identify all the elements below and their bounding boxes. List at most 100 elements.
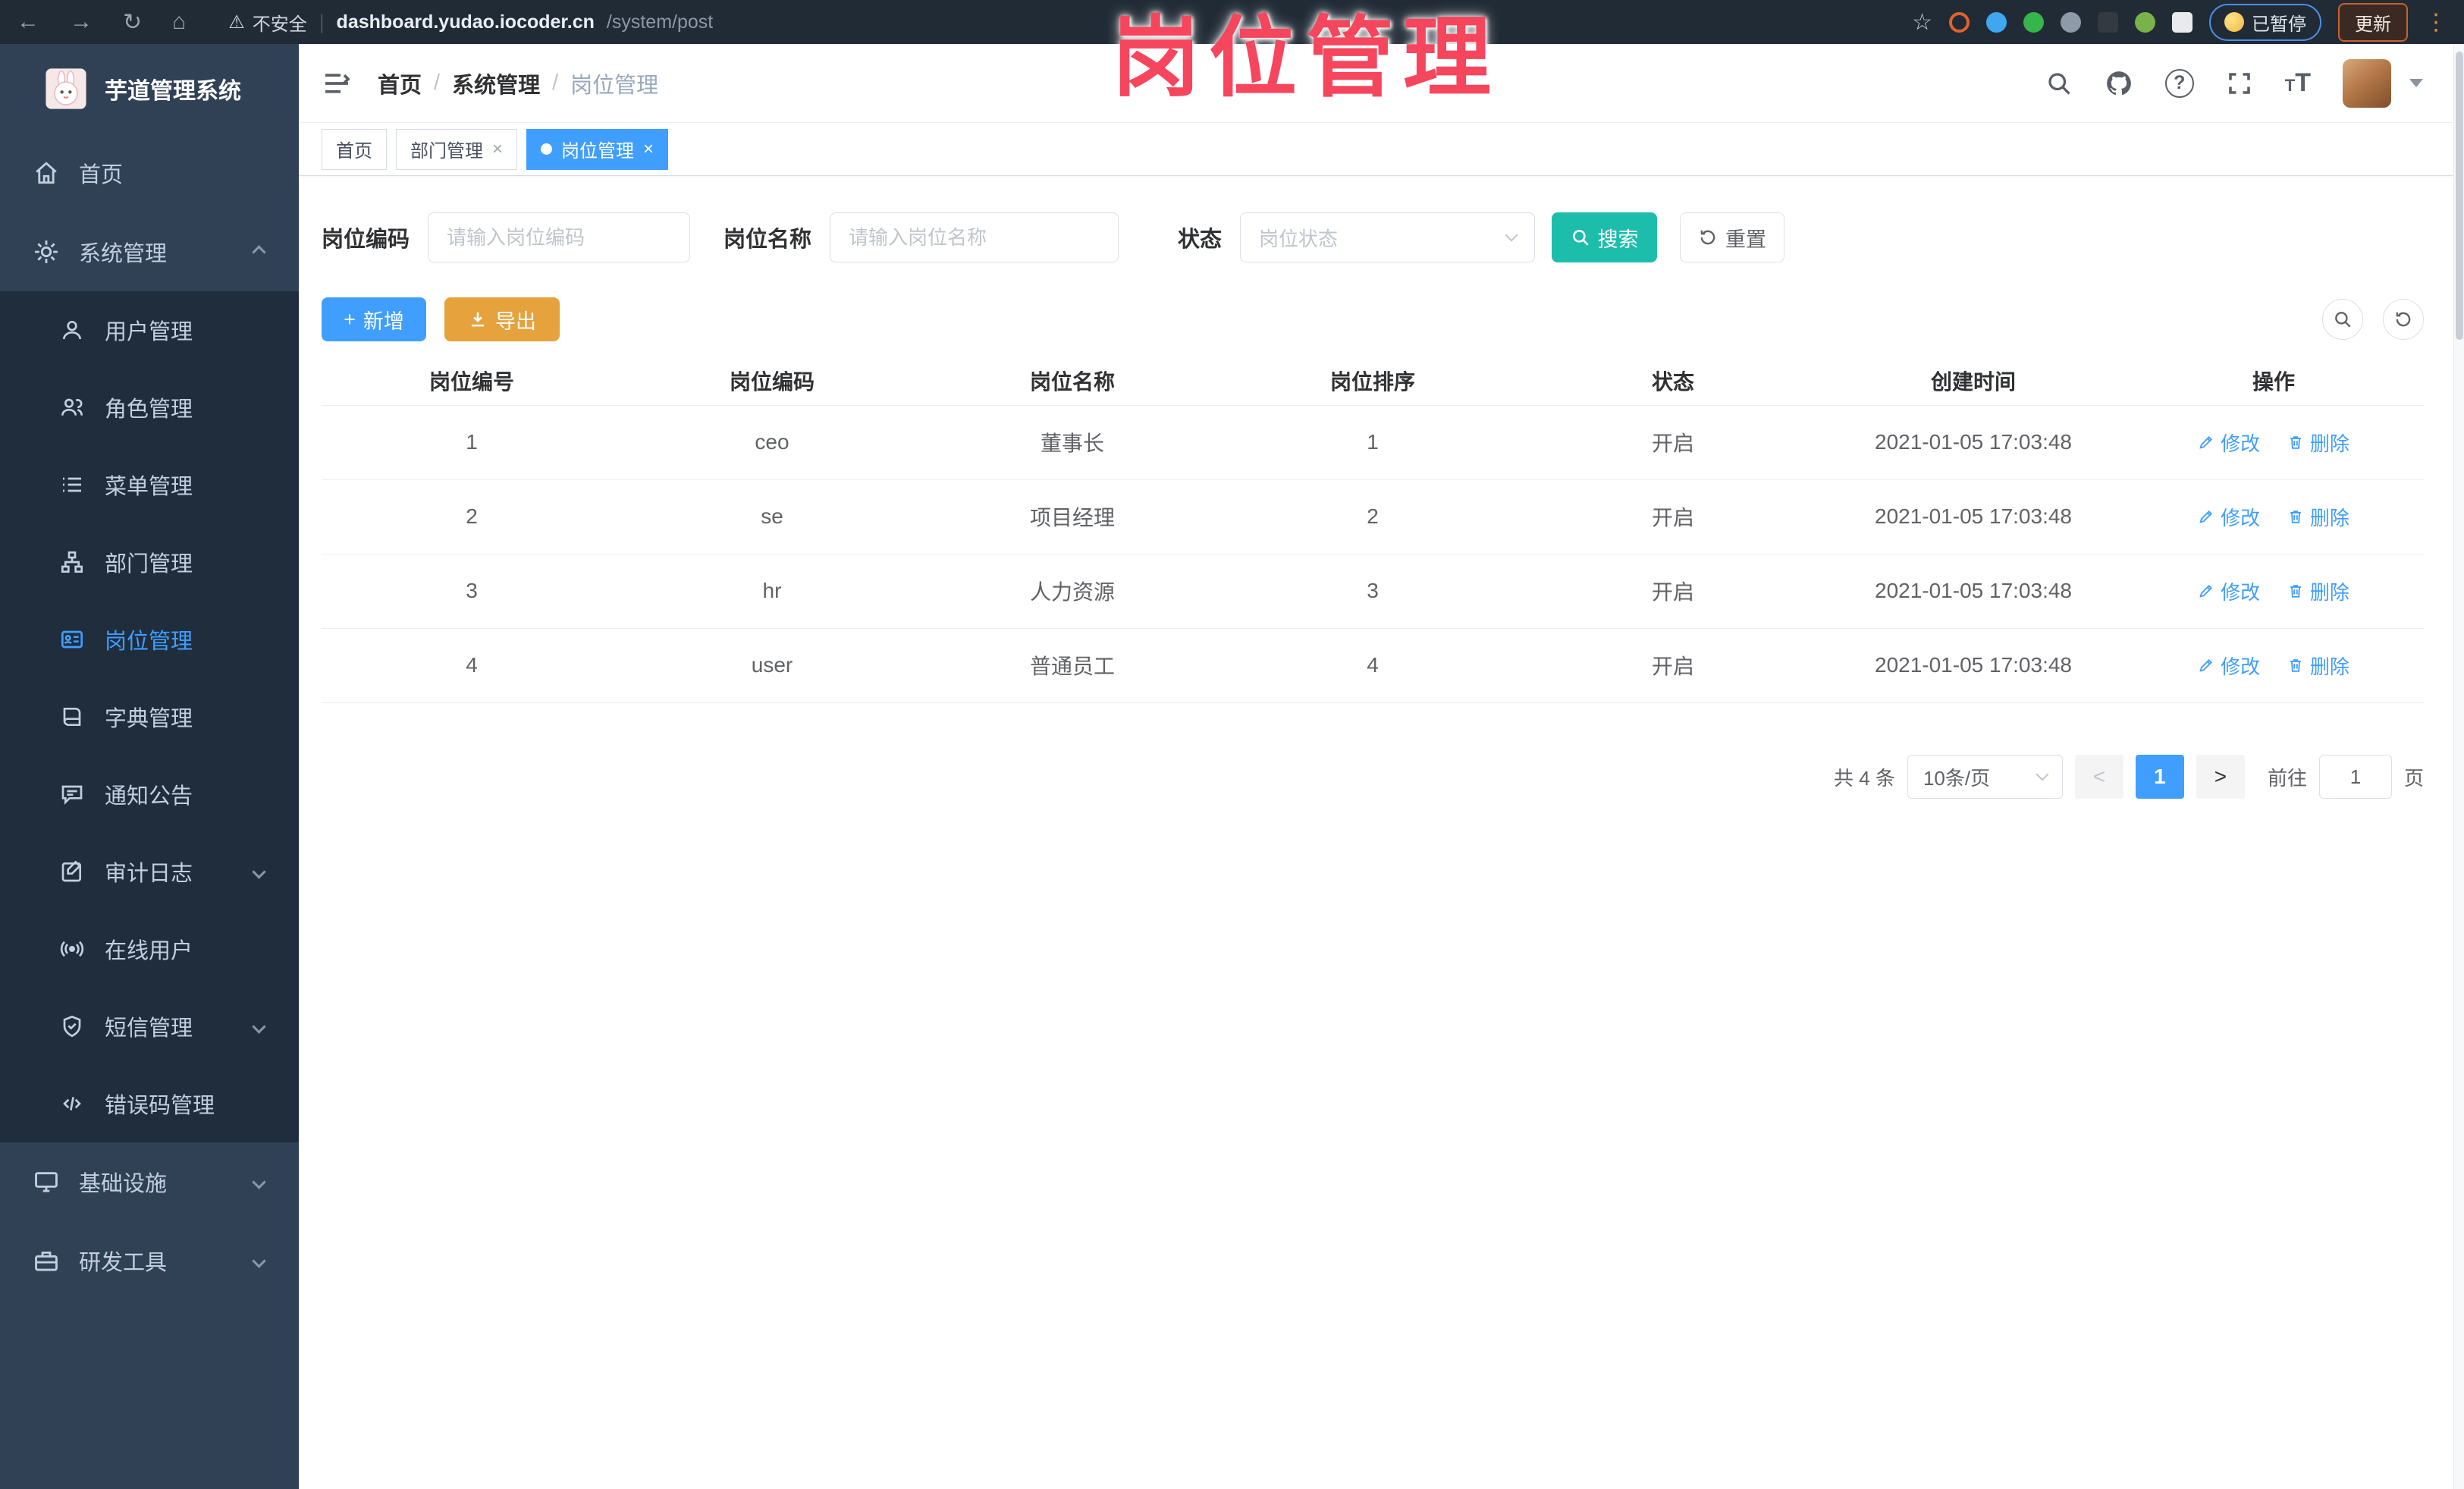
extension-icon[interactable] <box>2135 11 2155 33</box>
extension-icon[interactable] <box>2061 11 2081 33</box>
help-icon[interactable]: ? <box>2164 68 2194 98</box>
reload-icon[interactable]: ↻ <box>123 9 142 36</box>
page-suffix-label: 页 <box>2403 766 2424 790</box>
sidebar-item-online-users[interactable]: 在线用户 <box>0 910 299 988</box>
sidebar-item-system[interactable]: 系统管理 <box>0 212 299 291</box>
tab-home[interactable]: 首页 <box>322 128 387 170</box>
extension-icon[interactable] <box>1986 11 2007 33</box>
prev-page-button[interactable]: < <box>2074 755 2123 799</box>
extension-icon[interactable] <box>1949 11 1970 33</box>
user-avatar[interactable] <box>2343 58 2391 108</box>
goto-page-input[interactable] <box>2318 755 2392 799</box>
sidebar-item-label: 基础设施 <box>79 1172 168 1196</box>
search-button[interactable]: 搜索 <box>1552 212 1658 262</box>
delete-link[interactable]: 删除 <box>2287 429 2349 457</box>
edit-link[interactable]: 修改 <box>2198 429 2260 457</box>
sidebar-item-dict[interactable]: 字典管理 <box>0 678 299 755</box>
col-operations: 操作 <box>2123 357 2424 406</box>
org-tree-icon <box>55 550 89 574</box>
user-icon <box>55 318 89 342</box>
github-icon[interactable] <box>2105 69 2133 98</box>
forward-icon[interactable]: → <box>70 9 93 35</box>
next-page-button[interactable]: > <box>2196 755 2245 799</box>
page-size-select[interactable]: 10条/页 <box>1907 755 2063 799</box>
edit-link[interactable]: 修改 <box>2198 652 2260 680</box>
breadcrumb-current: 岗位管理 <box>570 73 659 98</box>
tab-post[interactable]: 岗位管理 × <box>526 128 669 170</box>
add-button[interactable]: + 新增 <box>322 297 426 341</box>
sidebar-item-label: 首页 <box>79 163 124 187</box>
refresh-button[interactable] <box>2383 299 2424 340</box>
hamburger-icon[interactable] <box>322 68 352 99</box>
toggle-search-button[interactable] <box>2322 299 2363 340</box>
sidebar-item-sms[interactable]: 短信管理 <box>0 988 299 1065</box>
sidebar-item-devtools[interactable]: 研发工具 <box>0 1221 299 1300</box>
table-header-row: 岗位编号 岗位编码 岗位名称 岗位排序 状态 创建时间 操作 <box>322 357 2424 406</box>
sidebar-item-label: 部门管理 <box>105 552 193 576</box>
font-size-icon[interactable]: TT <box>2285 68 2311 98</box>
sidebar-item-roles[interactable]: 角色管理 <box>0 369 299 446</box>
delete-link[interactable]: 删除 <box>2287 652 2349 680</box>
gear-icon <box>29 239 64 265</box>
sidebar-item-posts[interactable]: 岗位管理 <box>0 601 299 678</box>
sidebar-item-menus[interactable]: 菜单管理 <box>0 446 299 523</box>
sidebar-item-label: 研发工具 <box>79 1251 168 1275</box>
page-scrollbar[interactable] <box>2453 44 2464 1489</box>
reset-button[interactable]: 重置 <box>1680 212 1785 262</box>
address-bar[interactable]: ⚠ 不安全 | dashboard.yudao.iocoder.cn/syste… <box>228 9 713 36</box>
fullscreen-icon[interactable] <box>2226 70 2253 97</box>
col-post-id: 岗位编号 <box>322 357 622 406</box>
app-logo <box>44 67 88 111</box>
sidebar-item-users[interactable]: 用户管理 <box>0 291 299 369</box>
paused-badge[interactable]: 已暂停 <box>2209 3 2321 41</box>
browser-menu-icon[interactable]: ⋮ <box>2425 9 2447 36</box>
scrollbar-thumb[interactable] <box>2456 52 2463 340</box>
edit-link[interactable]: 修改 <box>2198 577 2260 605</box>
sidebar-item-audit-log[interactable]: 审计日志 <box>0 833 299 910</box>
code-icon <box>55 1092 89 1116</box>
tab-dept[interactable]: 部门管理 × <box>396 128 518 170</box>
tab-close-icon[interactable]: × <box>643 139 654 160</box>
sidebar-item-infrastructure[interactable]: 基础设施 <box>0 1142 299 1221</box>
sidebar-item-depts[interactable]: 部门管理 <box>0 523 299 601</box>
edit-link[interactable]: 修改 <box>2198 503 2260 531</box>
browser-update-button[interactable]: 更新 <box>2338 2 2408 42</box>
breadcrumb-home[interactable]: 首页 <box>378 68 422 99</box>
extension-icon[interactable] <box>2023 11 2044 33</box>
export-button[interactable]: 导出 <box>444 297 560 341</box>
delete-link[interactable]: 删除 <box>2287 503 2349 531</box>
post-code-input[interactable] <box>428 212 691 262</box>
page-1-button[interactable]: 1 <box>2135 755 2184 799</box>
breadcrumb-system[interactable]: 系统管理 <box>452 68 540 99</box>
system-submenu: 用户管理 角色管理 菜单管理 部门管理 岗位管理 字典管理 通知公告 审计日志 … <box>0 291 299 1142</box>
extension-puzzle-icon[interactable] <box>2172 11 2192 33</box>
chevron-down-icon <box>1505 228 1518 242</box>
table-row: 3 hr 人力资源 3 开启 2021-01-05 17:03:48 修改 删除 <box>322 554 2424 629</box>
sidebar: 芋道管理系统 首页 系统管理 用户管理 角色管理 菜单管理 部门管理 岗位管理 … <box>0 44 299 1489</box>
back-icon[interactable]: ← <box>17 9 39 35</box>
home-icon[interactable]: ⌂ <box>172 9 186 35</box>
status-select[interactable]: 岗位状态 <box>1240 212 1536 262</box>
main-area: 首页 / 系统管理 / 岗位管理 ? TT 首页 部门管理 × 岗位管理 × 岗… <box>299 44 2453 1489</box>
sidebar-item-home[interactable]: 首页 <box>0 134 299 212</box>
sidebar-item-error-codes[interactable]: 错误码管理 <box>0 1065 299 1142</box>
tab-close-icon[interactable]: × <box>492 139 503 160</box>
bookmark-star-icon[interactable]: ☆ <box>1912 9 1932 36</box>
chevron-down-icon <box>2036 768 2049 781</box>
url-host: dashboard.yudao.iocoder.cn <box>336 11 595 33</box>
sidebar-item-notice[interactable]: 通知公告 <box>0 755 299 833</box>
extension-icon[interactable] <box>2098 11 2118 33</box>
search-icon[interactable] <box>2045 70 2073 97</box>
id-card-icon <box>55 627 89 652</box>
url-separator: | <box>319 10 325 33</box>
post-name-input[interactable] <box>830 212 1119 262</box>
delete-link[interactable]: 删除 <box>2287 577 2349 605</box>
tab-label: 首页 <box>336 141 372 162</box>
chevron-down-icon <box>252 1019 266 1034</box>
breadcrumb-separator: / <box>434 71 441 95</box>
search-form: 岗位编码 岗位名称 状态 岗位状态 搜索 重置 <box>322 212 2424 262</box>
tags-view-bar: 首页 部门管理 × 岗位管理 × <box>299 123 2453 176</box>
edit-log-icon <box>55 859 89 884</box>
sidebar-item-label: 在线用户 <box>105 939 193 963</box>
caret-down-icon[interactable] <box>2409 79 2423 87</box>
